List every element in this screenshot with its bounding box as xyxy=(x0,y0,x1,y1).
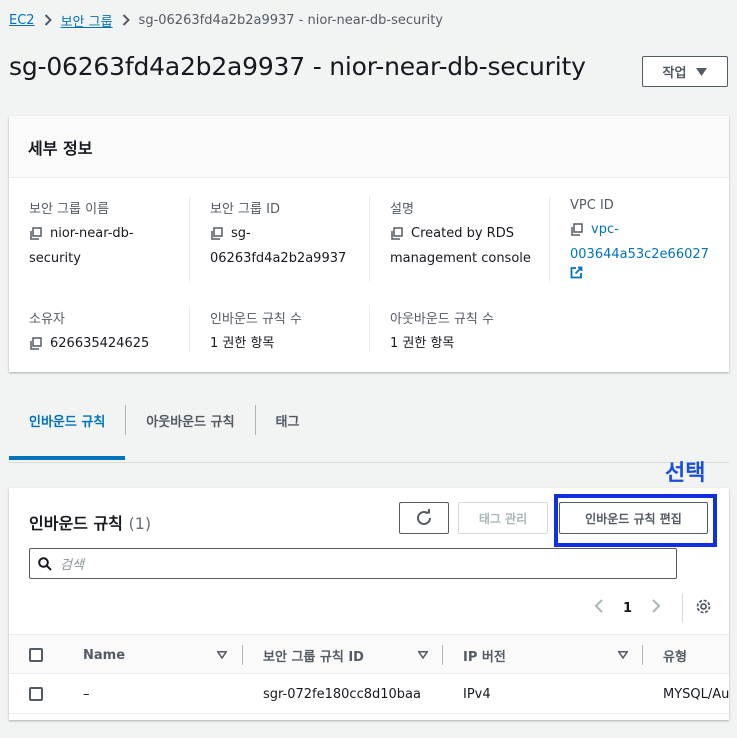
sg-id-line2: 06263fd4a2b2a9937 xyxy=(210,251,347,266)
page-title: sg-06263fd4a2b2a9937 - nior-near-db-secu… xyxy=(9,52,586,81)
vpc-id-field: VPC ID vpc- 003644a53c2e66027 xyxy=(570,198,720,279)
sg-name-line1: nior-near-db- xyxy=(50,226,134,241)
breadcrumb-security-groups-link[interactable]: 보안 그룹 xyxy=(61,11,113,30)
breadcrumb: EC2 보안 그룹 sg-06263fd4a2b2a9937 - nior-ne… xyxy=(9,9,443,31)
sg-name-label: 보안 그룹 이름 xyxy=(29,202,110,217)
inbound-rules-title: 인바운드 규칙 (1) xyxy=(29,510,151,534)
owner-value: 626635424625 xyxy=(50,336,150,351)
refresh-button[interactable] xyxy=(399,502,449,534)
row-ip-version: IPv4 xyxy=(463,686,491,702)
inbound-rules-title-text: 인바운드 규칙 xyxy=(29,514,123,533)
row-rule-id: sgr-072fe180cc8d10baa xyxy=(263,686,421,702)
breadcrumb-current: sg-06263fd4a2b2a9937 - nior-near-db-secu… xyxy=(138,12,443,28)
details-header: 세부 정보 xyxy=(9,116,729,178)
chevron-left-icon[interactable] xyxy=(593,598,605,618)
settings-gear-icon[interactable] xyxy=(695,598,712,619)
select-all-checkbox[interactable] xyxy=(29,648,43,662)
vpc-id-link-line1[interactable]: vpc- xyxy=(591,219,619,244)
tab-inbound-rules[interactable]: 인바운드 규칙 xyxy=(9,400,126,460)
owner-label: 소유자 xyxy=(29,312,65,327)
tabs: 인바운드 규칙 아웃바운드 규칙 태그 xyxy=(9,400,320,460)
description-line1: Created by RDS xyxy=(411,226,514,241)
owner-field: 소유자 626635424625 xyxy=(29,308,179,358)
description-field: 설명 Created by RDS management console xyxy=(390,198,550,270)
search-placeholder: 검색 xyxy=(60,558,84,573)
sg-id-field: 보안 그룹 ID sg- 06263fd4a2b2a9937 xyxy=(210,198,370,270)
row-checkbox[interactable] xyxy=(29,687,43,701)
outbound-count-label: 아웃바운드 규칙 수 xyxy=(390,312,494,327)
select-annotation: 선택 xyxy=(665,461,706,486)
sort-icon[interactable] xyxy=(217,635,227,675)
column-rule-id[interactable]: 보안 그룹 규칙 ID xyxy=(263,635,364,675)
tab-tags[interactable]: 태그 xyxy=(256,400,320,440)
tab-outbound-rules[interactable]: 아웃바운드 규칙 xyxy=(126,400,254,440)
sg-id-line1: sg- xyxy=(231,226,251,241)
sg-id-label: 보안 그룹 ID xyxy=(210,202,280,217)
details-panel: 세부 정보 보안 그룹 이름 nior-near-db- security 보안… xyxy=(9,116,729,372)
inbound-rules-count: (1) xyxy=(128,514,152,533)
outbound-count-value: 1 권한 항목 xyxy=(390,336,455,351)
description-label: 설명 xyxy=(390,202,414,217)
inbound-count-value: 1 권한 항목 xyxy=(210,336,275,351)
chevron-right-icon[interactable] xyxy=(650,598,662,618)
copy-icon[interactable] xyxy=(390,226,403,248)
outbound-count-field: 아웃바운드 규칙 수 1 권한 항목 xyxy=(390,308,550,355)
search-field[interactable]: 검색 xyxy=(29,548,677,579)
chevron-right-icon xyxy=(122,14,130,26)
copy-icon[interactable] xyxy=(210,226,223,248)
inbound-count-field: 인바운드 규칙 수 1 권한 항목 xyxy=(210,308,370,355)
table-header: Name 보안 그룹 규칙 ID IP 버전 유형 xyxy=(9,634,729,674)
inbound-count-label: 인바운드 규칙 수 xyxy=(210,312,302,327)
copy-icon[interactable] xyxy=(29,226,42,248)
caret-down-icon xyxy=(696,67,708,76)
vpc-id-label: VPC ID xyxy=(570,198,614,213)
manage-tags-button[interactable]: 태그 관리 xyxy=(458,502,548,534)
breadcrumb-ec2-link[interactable]: EC2 xyxy=(9,13,35,28)
sg-name-line2: security xyxy=(29,251,81,266)
copy-icon[interactable] xyxy=(29,336,42,358)
sg-name-field: 보안 그룹 이름 nior-near-db- security xyxy=(29,198,179,270)
vpc-id-link-line2[interactable]: 003644a53c2e66027 xyxy=(570,244,709,266)
actions-dropdown-button[interactable]: 작업 xyxy=(642,56,728,87)
sort-icon[interactable] xyxy=(618,635,628,675)
description-line2: management console xyxy=(390,251,531,266)
chevron-right-icon xyxy=(44,14,52,26)
column-ip-version[interactable]: IP 버전 xyxy=(463,635,506,675)
column-type[interactable]: 유형 xyxy=(663,635,687,675)
sort-icon[interactable] xyxy=(418,635,428,675)
row-name: – xyxy=(83,686,90,702)
page-number[interactable]: 1 xyxy=(623,601,632,616)
refresh-icon xyxy=(417,509,431,525)
row-type: MYSQL/Au xyxy=(663,686,729,702)
actions-label: 작업 xyxy=(662,66,687,81)
search-icon xyxy=(38,556,52,571)
selection-highlight-box xyxy=(554,494,717,547)
copy-icon[interactable] xyxy=(570,222,583,244)
external-link-icon[interactable] xyxy=(570,266,720,279)
column-name[interactable]: Name xyxy=(83,635,125,675)
table-row[interactable]: – sgr-072fe180cc8d10baa IPv4 MYSQL/Au xyxy=(9,674,729,714)
pagination: 1 xyxy=(593,594,712,622)
